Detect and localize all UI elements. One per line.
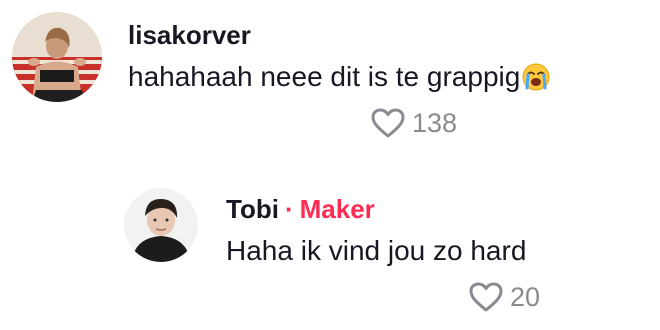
comment-text-content: hahahaah neee dit is te grappig <box>128 61 521 92</box>
reply-username[interactable]: Tobi <box>226 194 279 224</box>
reply-like-count: 20 <box>510 281 541 312</box>
comment-like-button[interactable]: 138 <box>370 107 457 139</box>
reply-text: Haha ik vind jou zo hard <box>226 235 527 266</box>
reply-like-button[interactable]: 20 <box>468 281 540 313</box>
comment-username[interactable]: lisakorver <box>128 20 251 50</box>
comment-like-count: 138 <box>412 107 458 138</box>
user-photo-avatar-icon <box>12 12 102 102</box>
comment-item: lisakorver hahahaah neee dit is te grapp… <box>0 0 660 160</box>
avatar[interactable] <box>12 12 102 102</box>
loudly-crying-face-icon <box>522 63 550 99</box>
creator-badge: Maker <box>299 194 375 224</box>
user-photo-avatar-icon <box>124 188 198 262</box>
reply-header: Tobi · Maker <box>226 194 375 224</box>
avatar[interactable] <box>124 188 198 262</box>
heart-icon <box>371 108 405 138</box>
separator-dot: · <box>284 194 294 224</box>
comments-section: lisakorver hahahaah neee dit is te grapp… <box>0 0 660 330</box>
heart-icon <box>469 282 503 312</box>
reply-item: Tobi · Maker Haha ik vind jou zo hard 20 <box>0 170 660 330</box>
comment-text: hahahaah neee dit is te grappig <box>128 60 550 99</box>
